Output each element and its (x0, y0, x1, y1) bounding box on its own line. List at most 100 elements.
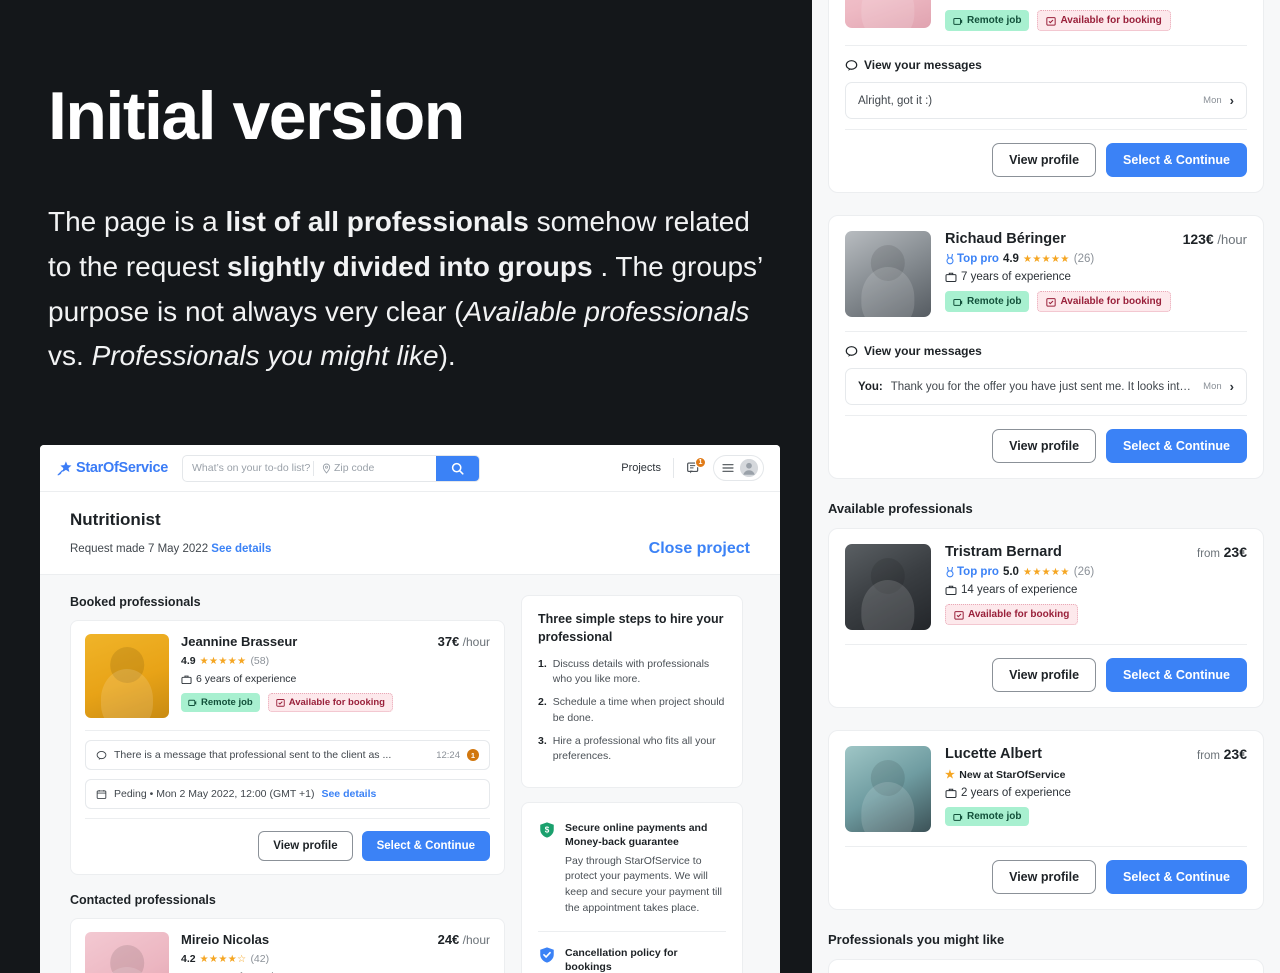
pro-message-row[interactable]: There is a message that professional sen… (85, 740, 490, 770)
app-header: StarOfService What’s on your to-do list?… (40, 445, 780, 492)
select-continue-button[interactable]: Select & Continue (1106, 143, 1247, 177)
select-continue-button[interactable]: Select & Continue (361, 831, 490, 861)
pro-summary-partial: Remote job Available for booking (829, 0, 1263, 45)
trust-item-payments: $ Secure online payments and Money-back … (538, 818, 726, 930)
avatar (740, 459, 758, 477)
badge-available-booking: Available for booking (945, 604, 1079, 625)
remote-job-icon (953, 17, 963, 25)
pro-price-value: 23€ (1223, 746, 1247, 762)
select-continue-button[interactable]: Select & Continue (1106, 429, 1247, 463)
pro-price: 37€ /hour (438, 634, 490, 649)
badge-remote-job: Remote job (945, 10, 1030, 31)
hamburger-icon (722, 464, 734, 472)
top-pro-badge: Top pro (945, 566, 999, 578)
close-project-link[interactable]: Close project (649, 540, 750, 558)
pro-name-row: Lucette Albert from 23€ (945, 746, 1247, 762)
messages-button[interactable]: 1 (686, 456, 706, 476)
nav-projects-link[interactable]: Projects (621, 462, 661, 474)
card-divider (85, 730, 490, 731)
badge-remote-job: Remote job (945, 807, 1030, 826)
briefcase-icon (945, 272, 957, 282)
remote-job-icon (953, 298, 963, 306)
rating-value: 4.9 (181, 655, 196, 667)
section-contacted-label: Contacted professionals (70, 893, 216, 907)
pro-badges: Remote job (945, 807, 1247, 826)
message-preview-text: Thank you for the offer you have just se… (890, 380, 1196, 393)
view-profile-button[interactable]: View profile (992, 658, 1097, 692)
slide-description: The page is a list of all professionals … (48, 200, 778, 379)
pro-photo (85, 634, 169, 718)
search-button[interactable] (436, 455, 480, 481)
section-available-label: Available professionals (828, 501, 973, 516)
pro-card-gabrielle[interactable]: Gabrielle Dennel from 23€ Top pro 5.0 ★★… (828, 959, 1264, 973)
pro-booking-details-link[interactable]: See details (321, 788, 376, 800)
pro-photo (845, 544, 931, 630)
message-preview-row[interactable]: You: Thank you for the offer you have ju… (845, 368, 1247, 405)
pro-card-tristram[interactable]: Tristram Bernard from 23€ Top pro 5.0 ★★… (828, 528, 1264, 708)
select-continue-button[interactable]: Select & Continue (1106, 658, 1247, 692)
brand-logo[interactable]: StarOfService (56, 460, 168, 477)
view-profile-button[interactable]: View profile (258, 831, 353, 861)
slide-bold-2: slightly divided into groups (227, 250, 593, 282)
rating-value: 4.9 (1002, 253, 1019, 265)
calendar-check-icon (1046, 297, 1057, 307)
pro-experience-text: 6 years of experience (196, 673, 297, 685)
pro-name-row: Jeannine Brasseur 37€ /hour (181, 634, 490, 649)
pro-rating: Top pro 4.9 ★★★★★ (26) (945, 253, 1247, 265)
search-icon (451, 462, 464, 475)
view-profile-button[interactable]: View profile (992, 429, 1097, 463)
calendar-check-icon (276, 699, 285, 707)
view-messages-header: View your messages (829, 332, 1263, 358)
pro-booking-row[interactable]: Peding • Mon 2 May 2022, 12:00 (GMT +1) … (85, 779, 490, 809)
pro-card-richaud[interactable]: Richaud Béringer 123€ /hour Top pro 4.9 … (828, 215, 1264, 479)
pro-card-booked[interactable]: Jeannine Brasseur 37€ /hour 4.9 ★★★★★ (5… (70, 620, 505, 875)
pro-card-lucette[interactable]: Lucette Albert from 23€ ★ New at StarOfS… (828, 730, 1264, 910)
project-header: Nutritionist Request made 7 May 2022 See… (40, 492, 780, 575)
messages-badge: 1 (695, 456, 706, 468)
pro-card-partial[interactable]: Remote job Available for booking View yo… (828, 0, 1264, 193)
pro-name: Jeannine Brasseur (181, 634, 298, 649)
badge-remote-label: Remote job (967, 296, 1022, 307)
see-details-link[interactable]: See details (211, 543, 271, 555)
step-item: 3. Hire a professional who fits all your … (538, 734, 726, 764)
chat-bubble-icon (845, 59, 858, 71)
pro-details: Richaud Béringer 123€ /hour Top pro 4.9 … (945, 231, 1247, 317)
briefcase-icon (945, 585, 957, 595)
search-bar[interactable]: What’s on your to-do list? Zip code (182, 454, 481, 482)
message-preview-day: Mon (1203, 381, 1222, 392)
select-continue-button[interactable]: Select & Continue (1106, 860, 1247, 894)
badge-remote-label: Remote job (967, 15, 1022, 26)
pro-details: Lucette Albert from 23€ ★ New at StarOfS… (945, 746, 1247, 832)
pro-price-value: 37€ (437, 634, 460, 649)
pro-details-2: Mireio Nicolas 24€ /hour 4.2 ★★★★☆ (42) (181, 932, 490, 973)
briefcase-icon (945, 788, 957, 798)
pro-photo-2 (85, 932, 169, 973)
app-content: Booked professionals Jeannine Brasseur 3… (40, 575, 780, 973)
pro-rating: Top pro 5.0 ★★★★★ (26) (945, 566, 1247, 578)
shield-check-icon (540, 947, 554, 963)
view-messages-label: View your messages (864, 344, 982, 358)
page-title: Nutritionist (70, 510, 161, 529)
pro-message-count: 1 (467, 749, 479, 761)
badge-available-booking: Available for booking (1037, 10, 1171, 31)
slide-text-4: vs. (48, 340, 92, 372)
request-info: Request made 7 May 2022 See details (70, 543, 271, 555)
view-profile-button[interactable]: View profile (992, 860, 1097, 894)
screenshot-stage: Initial version The page is a list of al… (0, 0, 1280, 973)
view-profile-button[interactable]: View profile (992, 143, 1097, 177)
calendar-check-icon (954, 610, 964, 620)
search-input[interactable]: What’s on your to-do list? (183, 456, 313, 481)
step-number: 3. (538, 734, 547, 747)
message-preview-row[interactable]: Alright, got it :) Mon › (845, 82, 1247, 119)
user-menu[interactable] (713, 455, 764, 481)
trust-title-2: Cancellation policy for bookings (565, 946, 678, 973)
calendar-icon (96, 789, 107, 799)
pro-summary: Richaud Béringer 123€ /hour Top pro 4.9 … (829, 216, 1263, 331)
pro-card-contacted[interactable]: Mireio Nicolas 24€ /hour 4.2 ★★★★☆ (42) (70, 918, 505, 973)
pro-hidden-rows (945, 0, 1247, 2)
rating-stars: ★★★★★ (199, 655, 247, 667)
briefcase-icon (181, 675, 192, 684)
rating-stars: ★★★★★ (1022, 566, 1070, 578)
zip-input[interactable]: Zip code (314, 456, 436, 481)
new-pro-label: New at StarOfService (959, 768, 1066, 781)
